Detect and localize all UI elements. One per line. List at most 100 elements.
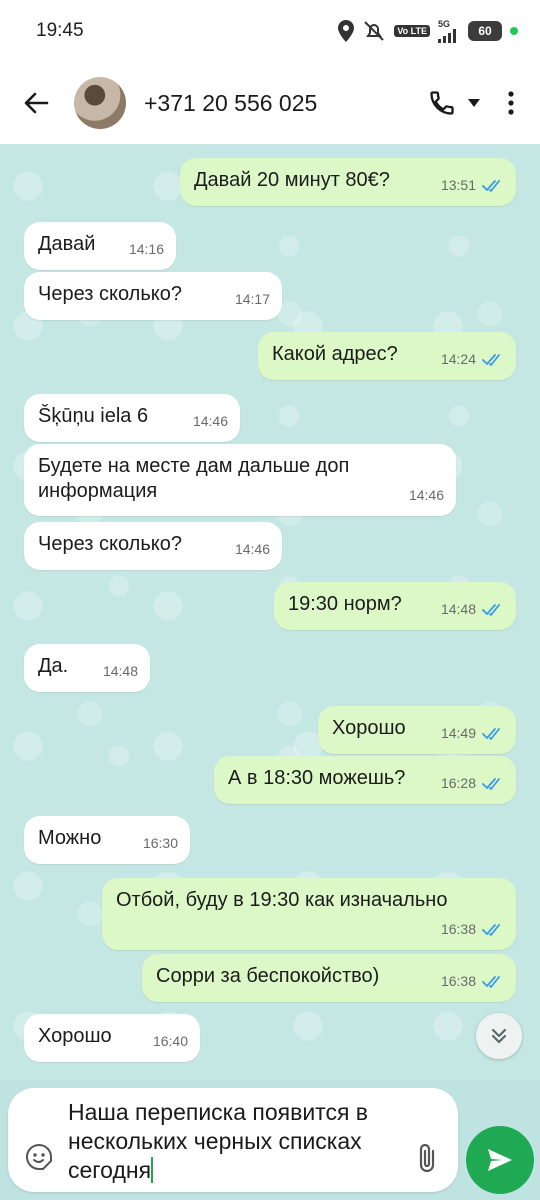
call-options-dropdown[interactable]: [460, 83, 488, 123]
network-label: 5G: [438, 18, 451, 29]
read-ticks-icon: [482, 603, 500, 616]
message-time: 14:24: [440, 351, 476, 367]
header-actions: [424, 83, 526, 123]
message-text: Через сколько?: [38, 283, 182, 305]
message-meta: 14:46: [409, 483, 444, 508]
message-text: Šķūņu iela 6: [38, 405, 149, 427]
double-chevron-down-icon: [491, 1028, 507, 1044]
phone-icon: [430, 91, 454, 115]
send-button[interactable]: [466, 1126, 534, 1194]
message-time: 14:48: [440, 601, 476, 617]
message-meta: 16:30: [143, 831, 178, 856]
message-text: Сорри за беспокойство): [156, 965, 380, 987]
message-time: 16:40: [152, 1033, 188, 1049]
message-meta: 13:51: [441, 173, 504, 198]
read-ticks-icon: [482, 353, 500, 366]
outgoing-message[interactable]: Отбой, буду в 19:30 как изначально 16:38: [102, 878, 516, 950]
incoming-message[interactable]: Да. 14:48: [24, 644, 150, 692]
message-text: Хорошо: [332, 717, 406, 739]
outgoing-message[interactable]: Сорри за беспокойство) 16:38: [142, 954, 516, 1002]
caret-down-icon: [468, 99, 480, 107]
message-time: 16:28: [440, 775, 476, 791]
chat-area[interactable]: Давай 20 минут 80€? 13:51 Давай 14:16 Через …: [0, 144, 540, 1080]
message-time: 16:38: [440, 973, 476, 989]
incoming-message[interactable]: Šķūņu iela 6 14:46: [24, 394, 240, 442]
message-meta: 14:49: [441, 721, 504, 746]
message-meta: 14:46: [235, 537, 270, 562]
signal-group: 5G: [438, 18, 460, 43]
message-time: 14:49: [440, 725, 476, 741]
chat-header: +371 20 556 025: [0, 62, 540, 144]
message-text: Можно: [38, 827, 102, 849]
text-caret: [151, 1157, 154, 1183]
outgoing-message[interactable]: Давай 20 минут 80€? 13:51: [180, 158, 516, 206]
message-time: 14:46: [192, 413, 228, 429]
message-time: 16:38: [440, 921, 476, 937]
more-options-button[interactable]: [496, 83, 526, 123]
mute-icon: [364, 21, 385, 41]
back-arrow-icon: [24, 92, 49, 114]
incoming-message[interactable]: Хорошо 16:40: [24, 1014, 200, 1062]
incoming-message[interactable]: Через сколько? 14:17: [24, 272, 282, 320]
outgoing-message[interactable]: 19:30 норм? 14:48: [274, 582, 516, 630]
read-ticks-icon: [482, 923, 500, 936]
message-meta: 16:38: [441, 969, 504, 994]
message-meta: 16:28: [441, 771, 504, 796]
message-meta: 14:24: [441, 347, 504, 372]
message-meta: 14:46: [193, 409, 228, 434]
message-text: Через сколько?: [38, 533, 182, 555]
message-text: 19:30 норм?: [288, 593, 402, 615]
message-input-text: Наша переписка появится в нескольких чер…: [68, 1099, 369, 1183]
battery-indicator: 60: [468, 21, 502, 41]
message-text: Отбой, буду в 19:30 как изначально: [116, 889, 448, 911]
read-ticks-icon: [482, 777, 500, 790]
message-text: Давай: [38, 233, 96, 255]
sticker-button[interactable]: [24, 1142, 54, 1177]
message-time: 14:17: [234, 291, 270, 307]
message-meta: 14:16: [129, 237, 164, 262]
outgoing-message[interactable]: А в 18:30 можешь? 16:28: [214, 756, 516, 804]
contact-avatar[interactable]: [74, 77, 126, 129]
incoming-message[interactable]: Можно 16:30: [24, 816, 190, 864]
message-meta: 16:40: [153, 1029, 188, 1054]
message-meta: 14:48: [103, 659, 138, 684]
incoming-message[interactable]: Будете на месте дам дальше доп информаци…: [24, 444, 456, 516]
more-vertical-icon: [508, 91, 514, 115]
incoming-message[interactable]: Давай 14:16: [24, 222, 176, 270]
send-icon: [488, 1149, 512, 1171]
message-meta: 16:38: [441, 917, 504, 942]
message-text: Давай 20 минут 80€?: [194, 169, 390, 191]
message-time: 13:51: [440, 177, 476, 193]
message-text: А в 18:30 можешь?: [228, 767, 406, 789]
incoming-message[interactable]: Через сколько? 14:46: [24, 522, 282, 570]
message-meta: 14:17: [235, 287, 270, 312]
message-time: 14:46: [408, 487, 444, 503]
outgoing-message[interactable]: Какой адрес? 14:24: [258, 332, 516, 380]
read-ticks-icon: [482, 179, 500, 192]
message-meta: 14:48: [441, 597, 504, 622]
message-composer[interactable]: Наша переписка появится в нескольких чер…: [8, 1088, 458, 1192]
back-button[interactable]: [6, 73, 66, 133]
attach-button[interactable]: [416, 1142, 438, 1179]
message-input[interactable]: Наша переписка появится в нескольких чер…: [68, 1098, 388, 1185]
read-ticks-icon: [482, 727, 500, 740]
read-ticks-icon: [482, 975, 500, 988]
message-time: 14:16: [128, 241, 164, 257]
privacy-dot: [510, 27, 518, 35]
message-text: Какой адрес?: [272, 343, 398, 365]
status-bar: 19:45 Vo LTE 5G 60: [0, 0, 540, 62]
signal-icon: [438, 28, 456, 43]
message-time: 16:30: [142, 835, 178, 851]
paperclip-icon: [419, 1143, 435, 1173]
contact-name[interactable]: +371 20 556 025: [144, 90, 424, 117]
message-time: 14:48: [102, 663, 138, 679]
message-text: Да.: [38, 655, 69, 677]
message-text: Хорошо: [38, 1025, 112, 1047]
location-icon: [338, 20, 355, 42]
message-time: 14:46: [234, 541, 270, 557]
call-button[interactable]: [424, 83, 460, 123]
outgoing-message[interactable]: Хорошо 14:49: [318, 706, 516, 754]
scroll-to-bottom-button[interactable]: [476, 1013, 522, 1059]
status-time: 19:45: [36, 20, 84, 41]
volte-badge: Vo LTE: [394, 25, 430, 37]
